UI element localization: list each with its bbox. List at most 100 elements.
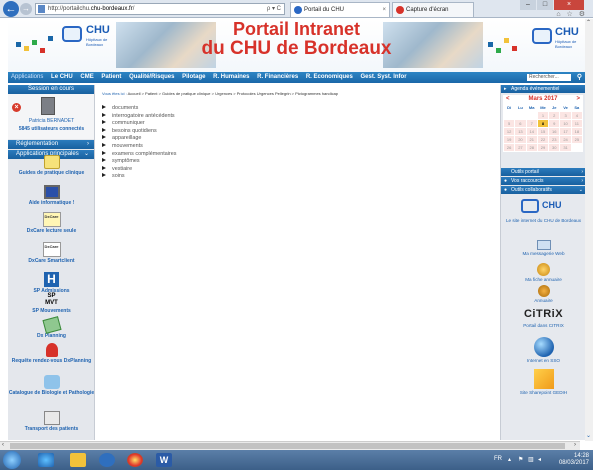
calendar-day[interactable]: 5 — [504, 120, 515, 127]
calendar-day[interactable]: 15 — [537, 128, 549, 135]
app-internet-sso[interactable]: Internet en SSO — [501, 337, 586, 364]
calendar-day[interactable]: 13 — [515, 128, 526, 135]
menu-r-financieres[interactable]: R. Financières — [257, 74, 298, 80]
app-transport-patients[interactable]: Transport des patients — [8, 411, 95, 432]
app-aide-informatique[interactable]: Aide informatique ! — [8, 185, 95, 206]
ie-icon[interactable] — [38, 453, 54, 467]
scrollbar-thumb[interactable] — [10, 443, 565, 449]
menu-qualite-risques[interactable]: Qualité/Risques — [129, 74, 174, 80]
forward-button[interactable]: → — [20, 3, 32, 15]
volume-icon[interactable]: ◂ — [538, 456, 541, 463]
calendar-day[interactable]: 3 — [560, 112, 571, 119]
calendar-day[interactable]: 27 — [515, 144, 526, 151]
logout-icon[interactable]: × — [12, 103, 21, 112]
list-item[interactable]: appareillage — [102, 135, 176, 143]
scroll-left-icon[interactable]: ‹ — [2, 442, 4, 448]
calendar-day[interactable]: 23 — [549, 136, 560, 143]
app-guides[interactable]: Guides de pratique clinique — [8, 155, 95, 176]
calendar-day[interactable]: 31 — [560, 144, 571, 151]
back-button[interactable]: ← — [3, 1, 19, 17]
address-bar[interactable]: http://portailchu.chu-bordeaux.fr/ ρ ▾ C — [35, 3, 285, 15]
app-citrix[interactable]: CiTRiX Portail dans CITRIX — [501, 307, 586, 329]
network-icon[interactable]: ▥ — [528, 456, 534, 463]
horizontal-scrollbar[interactable]: ‹ › — [0, 441, 580, 450]
media-player-icon[interactable] — [99, 453, 115, 467]
search-input[interactable]: Rechercher... — [527, 74, 571, 81]
calendar-day[interactable]: 8 — [537, 120, 549, 127]
calendar-day[interactable]: 25 — [571, 136, 582, 143]
app-sharepoint[interactable]: Site Sharepoint GEDIH — [501, 369, 586, 396]
search-icon[interactable]: ⚲ — [577, 72, 582, 83]
scroll-right-icon[interactable]: › — [574, 442, 576, 448]
calendar-day[interactable]: 11 — [571, 120, 582, 127]
outils-portail-header[interactable]: Outils portail › — [501, 168, 586, 176]
vos-raccourcis-header[interactable]: ● Vos raccourcis › — [501, 177, 586, 185]
scroll-up-icon[interactable]: ⌃ — [586, 19, 591, 26]
calendar-day[interactable]: 9 — [549, 120, 560, 127]
calendar-day[interactable]: 10 — [560, 120, 571, 127]
chrome-icon[interactable] — [127, 453, 143, 467]
list-item[interactable]: communiquer — [102, 120, 176, 128]
clock[interactable]: 14:28 08/03/2017 — [559, 453, 589, 467]
start-button[interactable] — [3, 451, 21, 469]
minimize-button[interactable]: – — [520, 0, 536, 10]
app-fiche-annuaire[interactable]: Ma fiche annuaire — [501, 263, 586, 283]
calendar-day[interactable]: 18 — [571, 128, 582, 135]
menu-gest-syst-infor[interactable]: Gest. Syst. Infor — [361, 74, 407, 80]
calendar-day[interactable]: 7 — [526, 120, 537, 127]
calendar-day[interactable]: 29 — [537, 144, 549, 151]
app-catalogue-biologie[interactable]: Catalogue de Biologie et Pathologie — [8, 375, 95, 396]
menu-cme[interactable]: CME — [80, 74, 93, 80]
browser-right-icons[interactable]: ⌂ ☆ ⚙ — [556, 10, 587, 18]
language-indicator[interactable]: FR — [494, 456, 502, 462]
menu-pilotage[interactable]: Pilotage — [182, 74, 205, 80]
calendar-next[interactable]: > — [576, 95, 580, 103]
flag-icon[interactable]: ⚑ — [518, 456, 523, 463]
calendar-day[interactable]: 16 — [549, 128, 560, 135]
list-item[interactable]: documents — [102, 105, 176, 113]
menu-applications[interactable]: Applications — [11, 74, 43, 80]
app-dxcare-smartclient[interactable]: DxCare DxCare Smartclient — [8, 242, 95, 264]
outils-collab-header[interactable]: ● Outils collaboratifs ⌄ — [501, 186, 586, 194]
list-item[interactable]: soins — [102, 173, 176, 181]
calendar-day[interactable]: 4 — [571, 112, 582, 119]
calendar-day[interactable]: 20 — [515, 136, 526, 143]
app-dxcare-lecture[interactable]: DxCare DxCare lecture seule — [8, 212, 95, 234]
app-sp-mouvements[interactable]: SP MVT SP Mouvements — [8, 293, 95, 314]
menu-le-chu[interactable]: Le CHU — [51, 74, 73, 80]
calendar-day[interactable]: 12 — [504, 128, 515, 135]
calendar-day[interactable]: 22 — [537, 136, 549, 143]
list-item[interactable]: vestiaire — [102, 165, 176, 174]
calendar-day[interactable]: 2 — [549, 112, 560, 119]
menu-r-humaines[interactable]: R. Humaines — [213, 74, 249, 80]
calendar-day[interactable]: 24 — [560, 136, 571, 143]
tab-portail[interactable]: Portail du CHU × — [290, 2, 390, 17]
calendar-prev[interactable]: < — [506, 95, 510, 103]
list-item[interactable]: examens complémentaires — [102, 150, 176, 159]
list-item[interactable]: besoins quotidiens — [102, 127, 176, 136]
calendar-day[interactable]: 26 — [504, 144, 515, 151]
list-item[interactable]: interrogatoire antécédents — [102, 112, 176, 121]
calendar-day[interactable]: 30 — [549, 144, 560, 151]
list-item[interactable]: mouvements — [102, 142, 176, 151]
app-dx-planning[interactable]: Dx Planning — [8, 316, 95, 339]
tray-arrow-icon[interactable]: ▴ — [508, 456, 511, 463]
app-requete-rdv[interactable]: Requête rendez-vous DxPlanning — [8, 343, 95, 364]
calendar-day[interactable]: 21 — [526, 136, 537, 143]
tab-capture[interactable]: Capture d'écran — [392, 2, 474, 17]
calendar-day[interactable]: 19 — [504, 136, 515, 143]
menu-patient[interactable]: Patient — [101, 74, 121, 80]
calendar-day[interactable]: 6 — [515, 120, 526, 127]
app-annuaire[interactable]: Annuaire — [501, 285, 586, 304]
menu-r-economiques[interactable]: R. Economiques — [306, 74, 353, 80]
list-item[interactable]: symptômes — [102, 158, 176, 166]
scroll-down-icon[interactable]: ⌄ — [586, 432, 591, 439]
close-window-button[interactable]: × — [554, 0, 584, 10]
calendar-day[interactable]: 28 — [526, 144, 537, 151]
app-sp-admissions[interactable]: H SP Admissions — [8, 272, 95, 294]
breadcrumb-path[interactable]: Accueil > Patient > Guides de pratique c… — [128, 91, 338, 96]
calendar-day[interactable]: 17 — [560, 128, 571, 135]
calendar-day[interactable]: 1 — [537, 112, 549, 119]
address-tools[interactable]: ρ ▾ C — [267, 4, 281, 14]
close-tab-icon[interactable]: × — [382, 3, 386, 17]
